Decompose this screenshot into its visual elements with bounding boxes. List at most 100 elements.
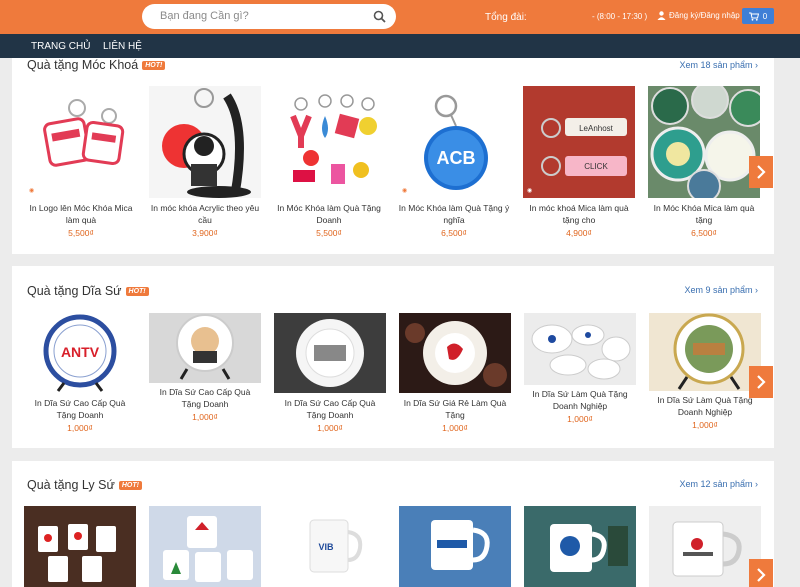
product-price: 6,500₫ — [441, 228, 467, 238]
search-box[interactable]: Bạn đang Cần gì? — [142, 4, 396, 29]
product-image — [399, 313, 511, 393]
antv-logo-text: ANTV — [61, 344, 100, 360]
product-card[interactable]: ◉ In Logo lên Móc Khóa Mica làm quà 5,50… — [25, 86, 137, 246]
main-nav: TRANG CHỦ LIÊN HỆ — [0, 34, 800, 58]
section-keychain: Quà tặng Móc Khoá HOT! Xem 18 sản phẩm ›… — [12, 58, 774, 254]
product-card[interactable]: In Dĩa Sứ Giá Rẻ Làm Quà Tặng 1,000₫ — [399, 313, 511, 443]
product-card[interactable]: In Dĩa Sứ Cao Cấp Quà Tặng Doanh 1,000₫ — [274, 313, 386, 443]
see-all-link[interactable]: Xem 9 sản phẩm › — [684, 285, 758, 295]
product-card[interactable] — [149, 506, 261, 587]
keychain-set-image — [290, 94, 377, 184]
cart-button[interactable]: 0 — [742, 8, 774, 24]
product-image — [648, 86, 760, 198]
product-price: 3,900₫ — [192, 228, 218, 238]
plate-image — [405, 321, 507, 387]
product-image — [274, 313, 386, 393]
search-icon[interactable] — [373, 10, 386, 23]
hot-badge: HOT! — [142, 60, 166, 70]
product-card[interactable] — [24, 506, 136, 587]
product-card[interactable] — [649, 506, 761, 587]
carousel-next-button[interactable] — [749, 559, 773, 587]
mug-image — [672, 521, 742, 577]
product-price: 1,000₫ — [67, 423, 93, 433]
badge-keychain-image — [650, 86, 760, 198]
product-name[interactable]: In móc khoá Mica làm quà tặng cho — [523, 203, 635, 226]
carousel-next-button[interactable] — [749, 156, 773, 188]
product-price: 1,000₫ — [692, 420, 718, 430]
product-image — [649, 506, 761, 587]
product-name[interactable]: In Móc Khóa làm Quà Tặng ý nghĩa — [398, 203, 510, 226]
section-title: Quà tặng Dĩa Sứ HOT! — [27, 284, 149, 298]
shop-watermark: ◉ — [402, 188, 408, 194]
product-card[interactable]: ANTV In Dĩa Sứ Cao Cấp Quà Tặng Doanh 1,… — [24, 313, 136, 443]
plate-image — [296, 319, 364, 387]
product-name[interactable]: In Móc Khóa Mica làm quà tặng — [648, 203, 760, 226]
click-text: CLICK — [584, 162, 608, 171]
see-all-link[interactable]: Xem 12 sản phẩm › — [679, 479, 758, 489]
hot-badge: HOT! — [125, 286, 149, 296]
plate-image — [176, 314, 234, 380]
mica-keychain-image: LeAnhost CLICK — [541, 118, 627, 176]
chevron-right-icon — [757, 568, 766, 582]
product-card[interactable]: In móc khóa Acrylic theo yêu cầu 3,900₫ — [149, 86, 261, 246]
product-card[interactable]: In Móc Khóa Mica làm quà tặng 6,500₫ — [648, 86, 760, 246]
product-image: LeAnhost CLICK ◉ — [523, 86, 635, 198]
shop-watermark: ◉ — [29, 188, 35, 194]
see-all-label: Xem 9 sản phẩm — [684, 285, 753, 295]
section-plates: Quà tặng Dĩa Sứ HOT! Xem 9 sản phẩm › AN… — [12, 266, 774, 448]
product-image — [524, 313, 636, 385]
product-name[interactable]: In Dĩa Sứ Cao Cấp Quà Tặng Doanh — [274, 398, 386, 421]
acb-logo-text: ACB — [437, 148, 476, 168]
nav-contact[interactable]: LIÊN HỆ — [103, 41, 142, 52]
top-bar: Bạn đang Cần gì? Tổng đài: - (8:00 - 17:… — [0, 0, 800, 34]
product-name[interactable]: In Dĩa Sứ Làm Quà Tặng Doanh Nghiệp — [649, 395, 761, 418]
chevron-right-icon — [757, 375, 766, 389]
product-card[interactable] — [524, 506, 636, 587]
nav-home[interactable]: TRANG CHỦ — [31, 41, 90, 52]
mug-image: VIB — [309, 519, 363, 573]
mug-image — [550, 524, 628, 572]
product-card[interactable]: In Dĩa Sứ Làm Quà Tặng Doanh Nghiệp 1,00… — [524, 313, 636, 443]
product-name[interactable]: In Dĩa Sứ Cao Cấp Quà Tặng Doanh — [149, 387, 261, 410]
product-name[interactable]: In Dĩa Sứ Cao Cấp Quà Tặng Doanh — [24, 398, 136, 421]
mug-set-image — [38, 524, 116, 582]
mug-image — [431, 520, 490, 570]
section-title-text: Quà tặng Móc Khoá — [27, 58, 139, 72]
product-name[interactable]: In móc khóa Acrylic theo yêu cầu — [149, 203, 261, 226]
product-image — [273, 86, 385, 198]
svg-text:VIB: VIB — [318, 542, 334, 552]
product-name[interactable]: In Móc Khóa làm Quà Tặng Doanh — [273, 203, 385, 226]
keychain-image — [43, 99, 125, 167]
hot-badge: HOT! — [118, 480, 142, 490]
product-image — [149, 506, 261, 587]
working-hours: - (8:00 - 17:30 ) — [592, 12, 648, 21]
product-card[interactable]: ACB ◉ In Móc Khóa làm Quà Tặng ý nghĩa 6… — [398, 86, 510, 246]
cart-icon — [748, 12, 759, 21]
plate-image: ANTV — [43, 314, 117, 392]
section-title: Quà tặng Ly Sứ HOT! — [27, 478, 142, 492]
section-mugs: Quà tặng Ly Sứ HOT! Xem 12 sản phẩm › VI… — [12, 461, 774, 587]
leanhost-text: LeAnhost — [579, 124, 614, 133]
product-price: 5,500₫ — [316, 228, 342, 238]
product-image — [24, 506, 136, 587]
product-name[interactable]: In Dĩa Sứ Làm Quà Tặng Doanh Nghiệp — [524, 389, 636, 412]
product-card[interactable]: In Móc Khóa làm Quà Tặng Doanh 5,500₫ — [273, 86, 385, 246]
product-price: 5,500₫ — [68, 228, 94, 238]
product-name[interactable]: In Dĩa Sứ Giá Rẻ Làm Quà Tặng — [399, 398, 511, 421]
shop-watermark: ◉ — [527, 188, 533, 194]
product-image: ACB ◉ — [398, 86, 510, 198]
product-image — [149, 86, 261, 198]
login-link[interactable]: Đăng ký/Đăng nhập — [657, 11, 740, 20]
product-card[interactable]: In Dĩa Sứ Làm Quà Tặng Doanh Nghiệp 1,00… — [649, 313, 761, 443]
product-card[interactable] — [399, 506, 511, 587]
product-image — [524, 506, 636, 587]
product-card[interactable]: VIB — [274, 506, 386, 587]
product-name[interactable]: In Logo lên Móc Khóa Mica làm quà — [25, 203, 137, 226]
product-card[interactable]: In Dĩa Sứ Cao Cấp Quà Tặng Doanh 1,000₫ — [149, 313, 261, 443]
product-card[interactable]: LeAnhost CLICK ◉ In móc khoá Mica làm qu… — [523, 86, 635, 246]
carousel-next-button[interactable] — [749, 366, 773, 398]
see-all-link[interactable]: Xem 18 sản phẩm › — [679, 60, 758, 70]
mug-set-image — [163, 516, 253, 582]
search-input[interactable]: Bạn đang Cần gì? — [160, 10, 249, 22]
product-price: 1,000₫ — [192, 412, 218, 422]
